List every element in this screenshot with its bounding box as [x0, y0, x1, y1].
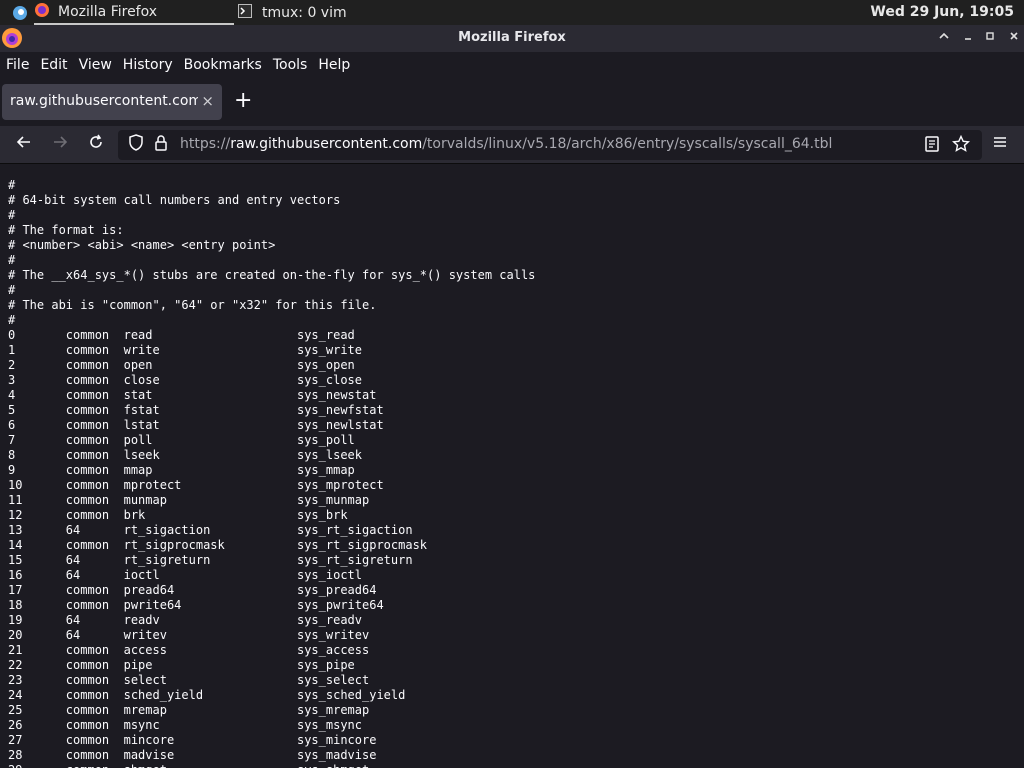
tracking-protection-shield-icon[interactable] [128, 134, 144, 156]
app-menu-button[interactable] [988, 134, 1012, 156]
url-text[interactable]: https://raw.githubusercontent.com/torval… [180, 136, 832, 152]
maximize-icon [986, 32, 994, 40]
close-window-button[interactable] [1004, 28, 1024, 48]
page-content: # # 64-bit system call numbers and entry… [0, 165, 1024, 768]
reload-icon [90, 134, 102, 148]
distro-logo-icon[interactable] [12, 0, 30, 25]
tab-close-icon[interactable]: × [201, 92, 214, 110]
lock-icon[interactable] [154, 134, 168, 156]
minimize-window-button[interactable] [934, 28, 954, 48]
terminal-task-icon [238, 3, 252, 22]
new-tab-button[interactable]: + [234, 90, 252, 112]
bookmark-star-icon[interactable] [951, 134, 971, 157]
minimize-button[interactable] [958, 28, 978, 48]
forward-arrow-icon [54, 136, 68, 148]
close-icon [1010, 32, 1018, 40]
menu-view[interactable]: View [79, 57, 112, 73]
back-button[interactable] [12, 134, 36, 156]
url-domain: raw.githubusercontent.com [230, 136, 423, 152]
tab-syscall-table[interactable]: raw.githubusercontent.com/torvalds/linux… [2, 84, 222, 120]
window-title: Mozilla Firefox [458, 30, 566, 45]
url-bar[interactable]: https://raw.githubusercontent.com/torval… [118, 130, 982, 160]
chevron-up-icon [939, 32, 949, 39]
reader-view-icon[interactable] [924, 135, 940, 157]
taskbar-item-label: Mozilla Firefox [58, 3, 158, 20]
menu-history[interactable]: History [123, 57, 173, 73]
taskbar-item-firefox[interactable]: Mozilla Firefox [34, 0, 234, 25]
menu-edit[interactable]: Edit [40, 57, 67, 73]
taskbar-item-tmux[interactable]: tmux: 0 vim [238, 0, 398, 25]
window-titlebar[interactable]: Mozilla Firefox [0, 25, 1024, 52]
menu-tools[interactable]: Tools [273, 57, 308, 73]
clock[interactable]: Wed 29 Jun, 19:05 [870, 4, 1014, 20]
system-panel: Mozilla Firefox tmux: 0 vim Wed 29 Jun, … [0, 0, 1024, 25]
tab-title: raw.githubusercontent.com/torvalds/linux… [10, 93, 198, 109]
tab-strip: raw.githubusercontent.com/torvalds/linux… [0, 78, 1024, 126]
taskbar-item-label: tmux: 0 vim [262, 4, 347, 21]
url-path: /torvalds/linux/v5.18/arch/x86/entry/sys… [422, 136, 833, 152]
back-arrow-icon [16, 136, 30, 148]
plain-text-document: # # 64-bit system call numbers and entry… [8, 178, 536, 768]
navigation-toolbar: https://raw.githubusercontent.com/torval… [0, 126, 1024, 164]
forward-button[interactable] [48, 134, 72, 156]
firefox-task-icon [34, 2, 50, 22]
menu-bookmarks[interactable]: Bookmarks [184, 57, 262, 73]
url-scheme: https:// [180, 136, 231, 152]
maximize-button[interactable] [980, 28, 1000, 48]
menu-bar: File Edit View History Bookmarks Tools H… [0, 52, 1024, 78]
menu-help[interactable]: Help [318, 57, 350, 73]
menu-file[interactable]: File [6, 57, 29, 73]
hamburger-menu-icon [994, 137, 1006, 147]
reload-button[interactable] [84, 134, 108, 156]
minimize-icon [965, 38, 971, 40]
